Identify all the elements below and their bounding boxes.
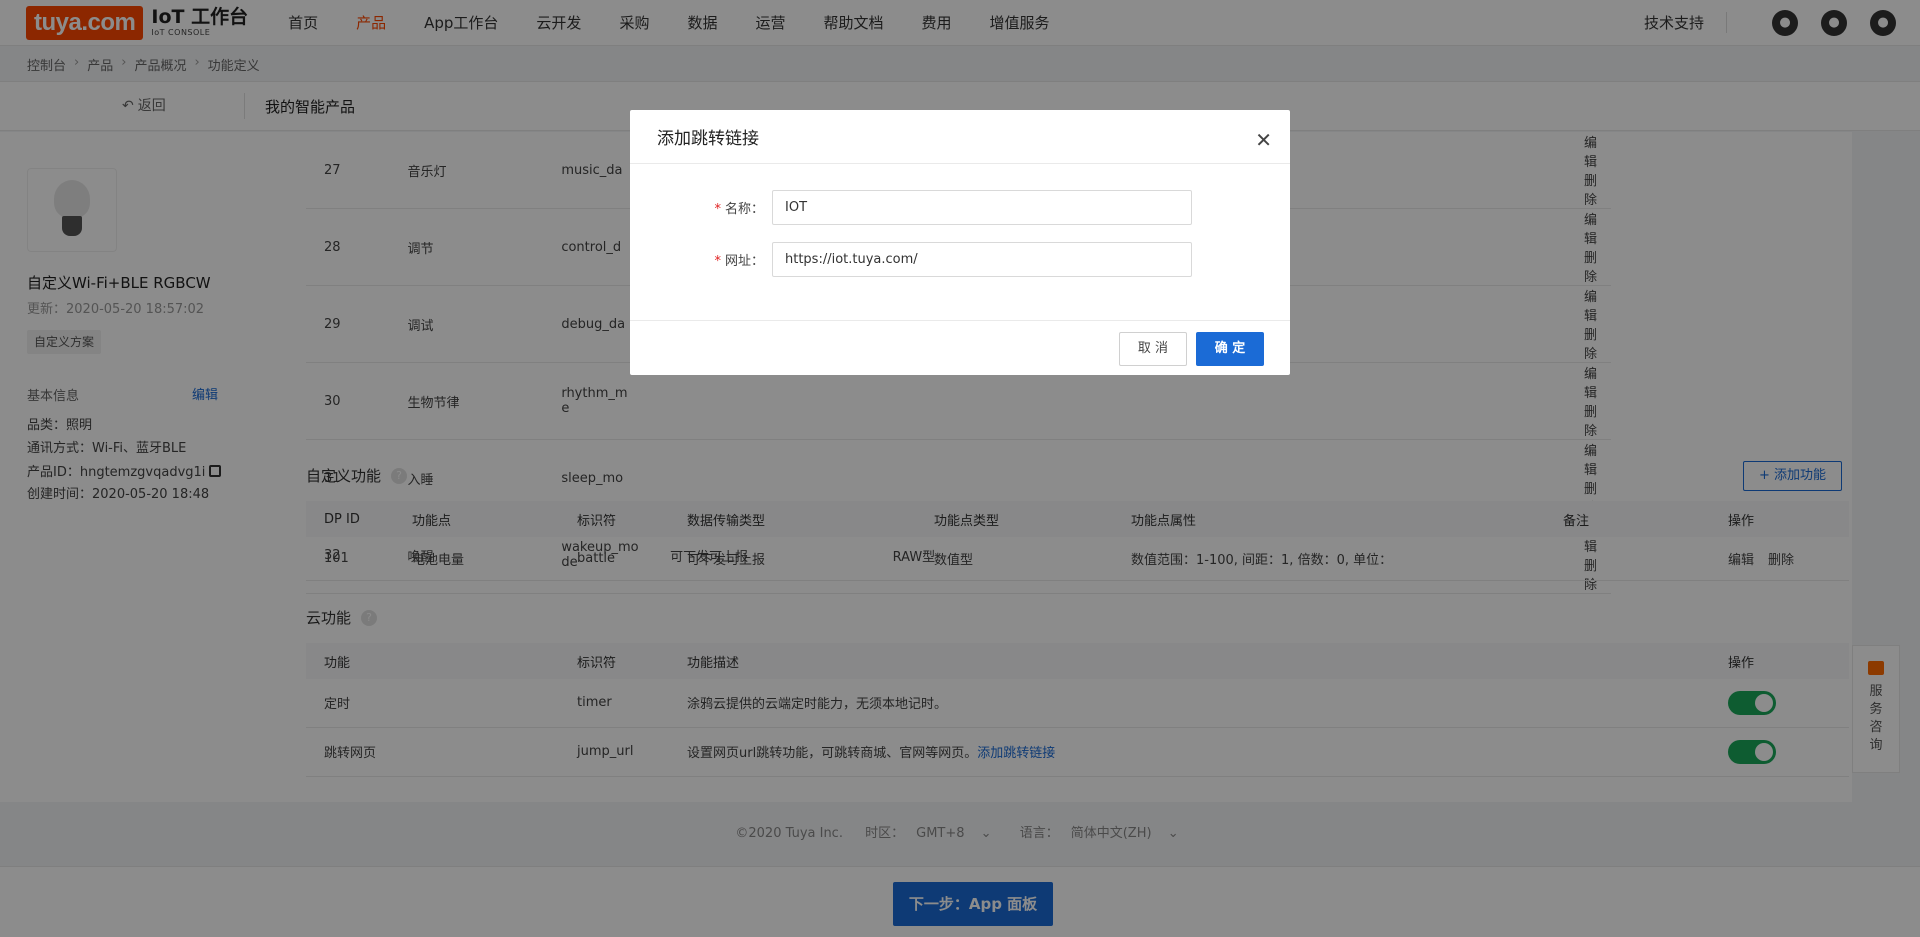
dialog-title: 添加跳转链接 xyxy=(657,129,759,149)
required-mark: * xyxy=(714,202,721,217)
name-input[interactable] xyxy=(772,190,1192,225)
close-icon[interactable]: ✕ xyxy=(1255,130,1272,150)
required-mark: * xyxy=(714,254,721,269)
url-input[interactable] xyxy=(772,242,1192,277)
cancel-button[interactable]: 取 消 xyxy=(1119,332,1187,366)
add-jump-link-dialog: 添加跳转链接 ✕ *名称： *网址： 取 消 确 定 xyxy=(630,110,1290,375)
confirm-button[interactable]: 确 定 xyxy=(1196,332,1264,366)
